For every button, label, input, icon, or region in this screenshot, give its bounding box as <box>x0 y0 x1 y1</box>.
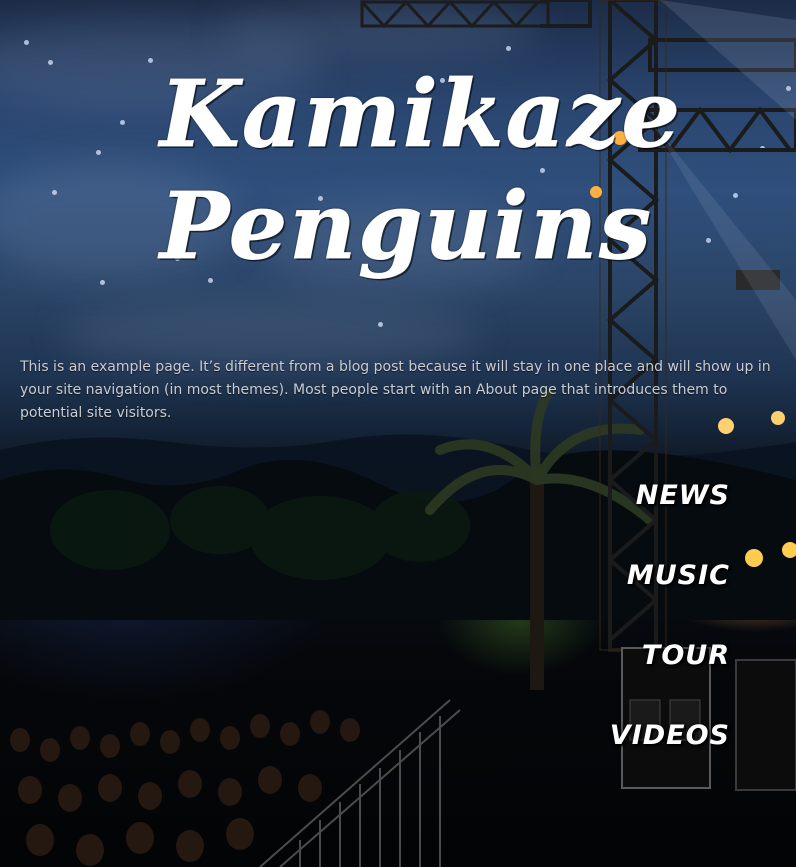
truss-top <box>360 0 550 29</box>
nav-link-tour[interactable]: TOUR <box>642 638 730 674</box>
nav-link-music[interactable]: MUSIC <box>627 558 730 594</box>
nav-item-tour: TOUR <box>530 638 730 718</box>
crowd <box>10 699 461 867</box>
star <box>148 58 153 63</box>
star <box>100 280 105 285</box>
site-title-line2: Penguins <box>160 172 653 281</box>
star <box>120 120 125 125</box>
star <box>48 60 53 65</box>
nav-link-videos[interactable]: VIDEOS <box>610 718 730 754</box>
site-title-line1: Kamikaze <box>160 60 682 169</box>
star <box>52 190 57 195</box>
star <box>96 150 101 155</box>
nav-link-news[interactable]: NEWS <box>636 478 730 514</box>
star <box>24 40 29 45</box>
nav-item-videos: VIDEOS <box>530 718 730 798</box>
star <box>378 322 383 327</box>
nav-item-music: MUSIC <box>530 558 730 638</box>
star <box>506 46 511 51</box>
intro-text: This is an example page. It’s different … <box>20 359 771 421</box>
main-navigation: NEWS MUSIC TOUR VIDEOS <box>530 478 730 798</box>
site-title[interactable]: Kamikaze Penguins <box>160 58 682 282</box>
page-background: Kamikaze Penguins This is an example pag… <box>0 0 796 867</box>
nav-item-news: NEWS <box>530 478 730 558</box>
